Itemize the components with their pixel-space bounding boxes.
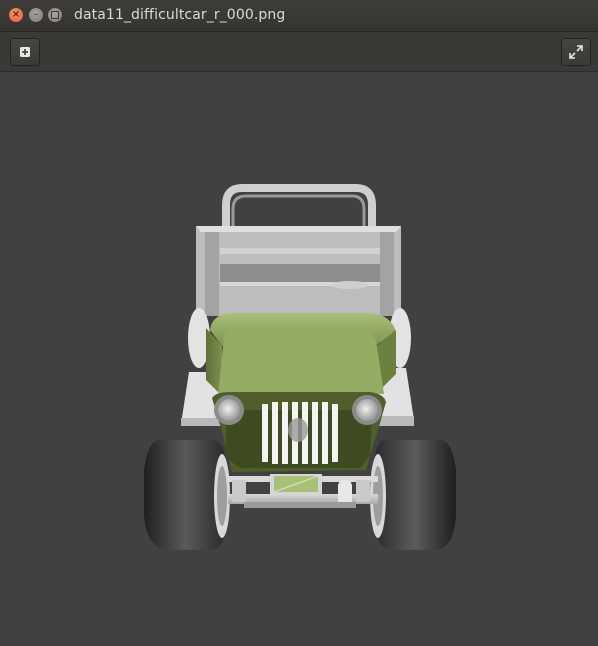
jeep-render-image bbox=[144, 184, 456, 550]
image-viewport bbox=[0, 72, 598, 646]
image-viewer-window: × – data11_difficultcar_r_000.png bbox=[0, 0, 598, 646]
